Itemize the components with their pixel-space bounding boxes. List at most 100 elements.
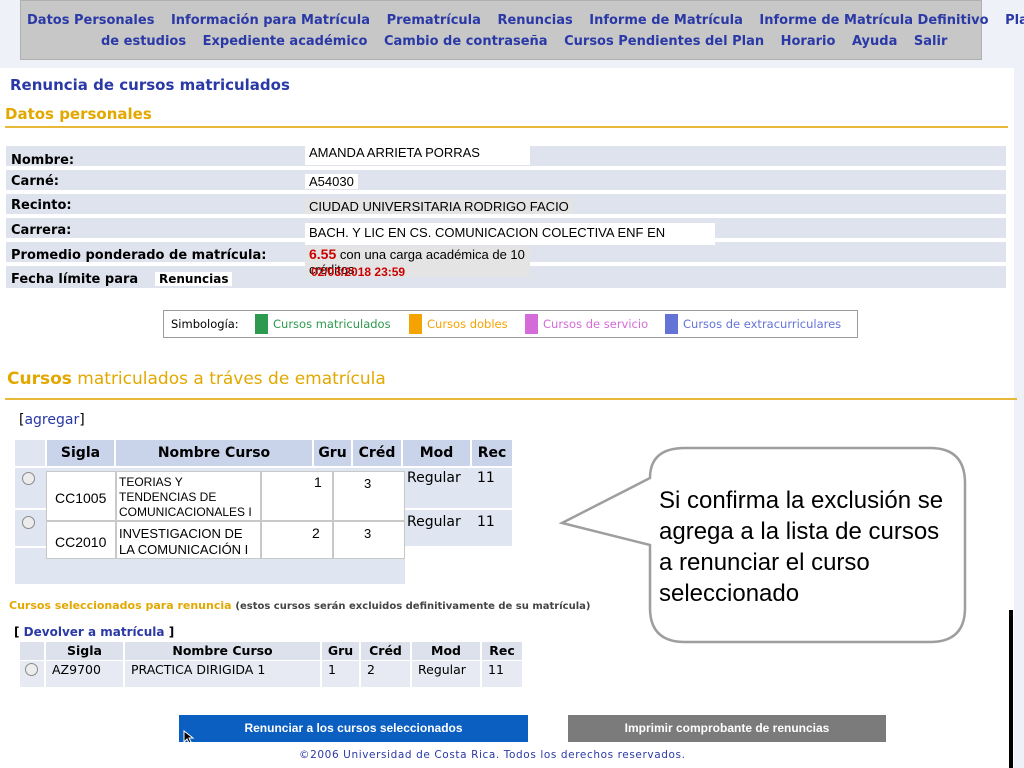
selected-heading-note: (estos cursos serán excluidos definitiva… [235,601,591,612]
course-2-rec: 11 [477,514,495,530]
courses-header-gru: Gru [314,440,351,466]
legend-dobles: Cursos dobles [427,317,508,331]
value-recinto: CIUDAD UNIVERSITARIA RODRIGO FACIO [305,199,573,214]
nav-renuncias[interactable]: Renuncias [497,13,572,28]
footer-copyright: ©2006 Universidad de Costa Rica. Todos l… [299,749,686,761]
devolver-wrapper: [ Devolver a matrícula ] [14,625,175,639]
course-2-cred-cell: 3 [333,521,405,559]
callout-text: Si confirma la exclusión se agrega a la … [659,487,944,607]
value-carrera: BACH. Y LIC EN CS. COMUNICACION COLECTIV… [305,223,715,245]
label-promedio: Promedio ponderado de matrícula: [11,248,267,263]
course-2-cred: 3 [364,526,372,541]
devolver-link[interactable]: Devolver a matrícula [24,625,165,639]
cursos-divider [5,398,1017,400]
course-1-cred: 3 [364,476,372,491]
nav-row-2: de estudios Expediente académico Cambio … [101,34,981,49]
nav-informacion-matricula[interactable]: Información para Matrícula [171,13,370,28]
selected-header-mod: Mod [412,642,480,660]
selected-1-nombre: PRACTICA DIRIGIDA 1 [125,661,320,687]
legend-servicio: Cursos de servicio [543,317,649,331]
value-carne: A54030 [305,174,358,189]
nav-row-1: Datos Personales Información para Matríc… [27,13,1024,28]
courses-header-cred: Créd [353,440,401,466]
selected-radio-1[interactable] [25,663,38,676]
selected-1-rec: 11 [482,661,522,687]
label-carne: Carné: [11,174,59,189]
selected-header-sigla: Sigla [46,642,123,660]
label-fecha: Fecha límite para [11,272,139,287]
course-1-nombre: TEORIAS Y TENDENCIAS DE COMUNICACIONALES… [116,471,261,521]
nav-informe-matricula[interactable]: Informe de Matrícula [589,13,743,28]
courses-header-select [15,440,45,466]
course-1-gru: 1 [314,474,322,490]
label-carrera: Carrera: [11,223,72,238]
legend-label: Simbología: [171,317,239,331]
cursos-heading-rest: matriculados a tráves de ematrícula [77,369,386,389]
row-carne: Carné: [6,170,1006,192]
cursos-heading-bold: Cursos [7,369,72,389]
course-radio-2[interactable] [22,516,35,529]
right-edge-bar [1009,610,1013,768]
nav-cambio-contrasena[interactable]: Cambio de contraseña [384,34,548,49]
courses-header-nombre: Nombre Curso [116,440,312,466]
nav-prematricula[interactable]: Prematrícula [387,13,481,28]
course-1-sigla-cell: CC1005 [46,471,116,521]
label-nombre: Nombre: [11,153,75,168]
value-nombre: AMANDA ARRIETA PORRAS [305,143,530,165]
legend-matriculados: Cursos matriculados [273,317,391,331]
selected-header-rec: Rec [482,642,522,660]
legend-swatch-extracurriculares [665,314,678,334]
selected-header-cred: Créd [361,642,410,660]
course-2-nombre: INVESTIGACION DE LA COMUNICACIÓN I [116,521,261,559]
course-2-gru-cell: 2 [261,521,333,559]
selected-1-gru: 1 [322,661,359,687]
imprimir-button[interactable]: Imprimir comprobante de renuncias [568,715,886,742]
courses-header-mod: Mod [403,440,470,466]
legend-extracurriculares: Cursos de extracurriculares [683,317,842,331]
legend-swatch-servicio [525,314,538,334]
selected-heading: Cursos seleccionados para renuncia (esto… [9,599,590,612]
course-1-gru-cell: 1 [261,471,333,521]
course-2-mod: Regular [407,514,461,530]
top-navigation: Datos Personales Información para Matríc… [20,0,1024,60]
nav-informe-definitivo[interactable]: Informe de Matrícula Definitivo [759,13,988,28]
selected-1-mod: Regular [412,661,480,687]
selected-heading-title: Cursos seleccionados para renuncia [9,599,232,612]
legend-swatch-matriculados [255,314,268,334]
course-2-gru: 2 [312,525,320,541]
nav-cursos-pendientes[interactable]: Cursos Pendientes del Plan [564,34,764,49]
promedio-number: 6.55 [309,246,337,262]
personal-data-heading: Datos personales [5,105,152,123]
selected-1-sigla: AZ9700 [46,661,123,687]
selected-1-cred: 2 [361,661,410,687]
page-title: Renuncia de cursos matriculados [10,76,290,94]
course-radio-1[interactable] [22,472,35,485]
legend: Simbología: Cursos matriculados Cursos d… [163,310,858,338]
section-divider [5,126,1008,128]
nav-horario[interactable]: Horario [781,34,836,49]
course-1-mod: Regular [407,470,461,486]
nav-plan-estudios-cont[interactable]: de estudios [101,34,186,49]
mouse-cursor-icon [183,730,195,744]
value-fecha-tipo: Renuncias [155,272,233,286]
deadline-value: 02/03/2018 23:59 [311,265,406,279]
courses-header-rec: Rec [472,440,512,466]
course-1-cred-cell: 3 [333,471,405,521]
agregar-link[interactable]: agregar [24,412,79,428]
nav-expediente[interactable]: Expediente académico [203,34,368,49]
courses-header-sigla: Sigla [47,440,114,466]
renunciar-button[interactable]: Renunciar a los cursos seleccionados [179,715,528,742]
cursos-heading: Cursos matriculados a tráves de ematrícu… [7,369,386,389]
nav-plan-estudios[interactable]: Plan [1005,13,1024,28]
selected-header-gru: Gru [322,642,359,660]
course-2-sigla: CC2010 [55,534,107,550]
course-2-sigla-cell: CC2010 [46,521,116,559]
selected-header-nombre: Nombre Curso [125,642,320,660]
nav-ayuda[interactable]: Ayuda [852,34,897,49]
nav-salir[interactable]: Salir [914,34,947,49]
legend-swatch-dobles [409,314,422,334]
nav-datos-personales[interactable]: Datos Personales [27,13,154,28]
agregar-wrapper: [agregar] [19,412,85,428]
selected-row-select-cell [20,661,44,687]
course-1-rec: 11 [477,470,495,486]
